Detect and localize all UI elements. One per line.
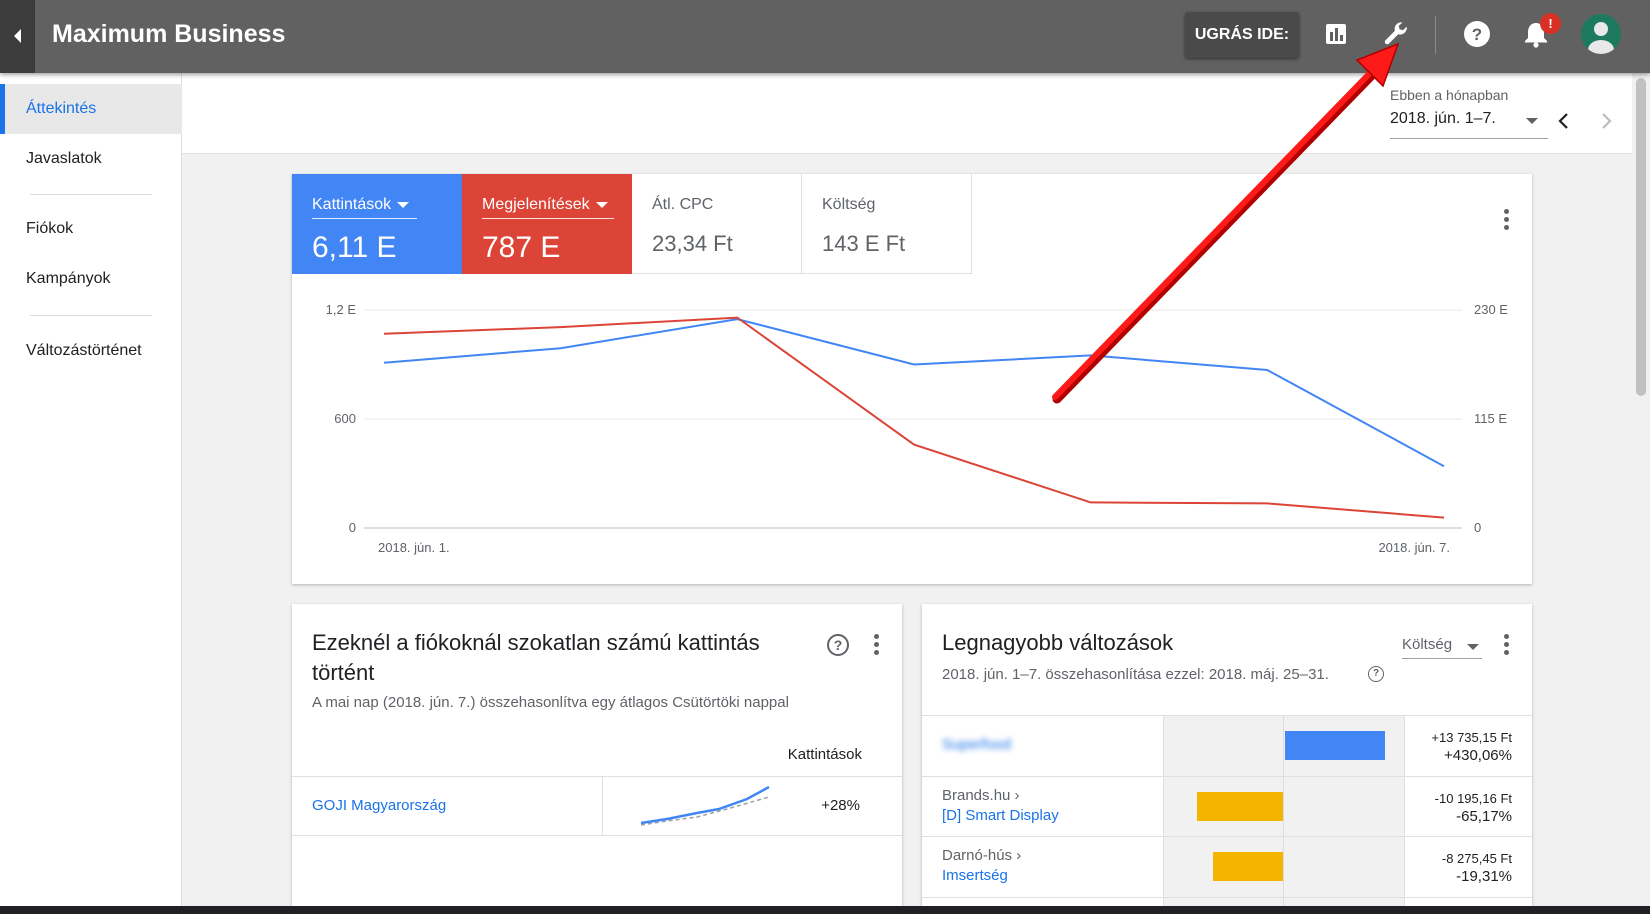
y-left-tick-label: 0 [349,520,356,535]
account-avatar[interactable] [1581,14,1621,54]
more-options-icon[interactable] [874,634,880,658]
change-absolute: -8 275,45 Ft [1441,851,1512,866]
metric-select[interactable]: Költség [1402,636,1452,653]
sidebar-divider [30,315,152,316]
series-line-impressions [383,316,1445,519]
collapse-sidebar-button[interactable] [0,0,35,73]
table-row[interactable]: Darnó-hús › Imsertség -8 275,45 Ft -19,3… [922,837,1532,897]
campaign-link[interactable]: [D] Smart Display [942,807,1059,824]
sparkline [640,785,770,826]
row-divider [292,835,902,836]
unusual-clicks-card: Ezeknél a fiókoknál szokatlan számú katt… [292,604,902,914]
goto-button[interactable]: UGRÁS IDE: [1185,12,1299,58]
campaign-link[interactable]: Imsertség [942,867,1008,884]
sidebar-item-overview[interactable]: Áttekintés [0,84,182,134]
change-absolute: +13 735,15 Ft [1431,730,1512,745]
sidebar-nav: Áttekintés Javaslatok Fiókok Kampányok V… [0,73,182,914]
chevron-left-icon[interactable] [1556,110,1572,132]
date-range-select[interactable]: 2018. jún. 1–7. [1390,110,1496,128]
x-tick-label: 2018. jún. 7. [1378,540,1450,555]
sidebar-item-campaigns[interactable]: Kampányok [0,254,182,304]
dropdown-caret-icon[interactable] [1467,644,1479,650]
change-percent: -65,17% [1456,808,1512,825]
y-left-tick-label: 600 [334,411,356,426]
y-right-tick-label: 0 [1474,520,1481,535]
account-link[interactable]: Superfood [942,736,1011,753]
sidebar-item-recommendations[interactable]: Javaslatok [0,134,182,184]
help-icon[interactable]: ? [827,634,849,656]
card-subtitle: 2018. jún. 1–7. összehasonlítása ezzel: … [942,666,1329,683]
select-underline [1402,658,1482,659]
table-row[interactable]: GOJI Magyarország +28% [292,777,902,835]
row-divider [922,897,1532,898]
sidebar-item-accounts[interactable]: Fiókok [0,204,182,254]
table-row[interactable]: Superfood +13 735,15 Ft +430,06% [922,716,1532,776]
y-right-tick-label: 115 E [1474,411,1507,426]
table-row[interactable]: Brands.hu › [D] Smart Display -10 195,16… [922,777,1532,837]
notification-badge: ! [1540,13,1561,34]
account-icon [1588,22,1614,54]
window-bottom-edge [0,906,1650,914]
change-percent: -19,31% [1456,868,1512,885]
date-range-label: Ebben a hónapban [1390,87,1509,103]
biggest-changes-card: Legnagyobb változások Költség 2018. jún.… [922,604,1532,914]
change-percent: +28% [821,797,860,814]
scrollbar-thumb[interactable] [1636,78,1646,396]
account-link[interactable]: GOJI Magyarország [312,797,446,814]
account-name[interactable]: Darnó-hús › [942,847,1021,864]
y-left-tick-label: 1,2 E [326,302,357,317]
more-options-icon[interactable] [1504,634,1510,658]
card-title: Legnagyobb változások [942,630,1174,655]
top-app-bar: Maximum Business UGRÁS IDE: ? ! [0,0,1650,73]
topbar-divider [1435,16,1436,54]
performance-card: Kattintások 6,11 E Megjelenítések 787 E … [292,174,1532,584]
change-bar [1213,852,1283,881]
app-title: Maximum Business [52,20,286,48]
performance-line-chart: 1,2 E 230 E 600 115 E 0 0 2018. jún. 1. 2018. j… [326,302,1509,555]
change-bar [1197,792,1283,821]
help-icon[interactable]: ? [1459,16,1495,52]
card-title: Ezeknél a fiókoknál szokatlan számú katt… [312,630,760,685]
card-subtitle: A mai nap (2018. jún. 7.) összehasonlítv… [312,694,789,711]
change-absolute: -10 195,16 Ft [1434,791,1512,806]
svg-text:?: ? [1472,25,1482,44]
bar-chart-icon[interactable] [1318,16,1354,52]
change-bar [1285,731,1385,760]
dropdown-caret-icon[interactable] [1526,118,1538,124]
back-arrow-icon [14,29,21,43]
change-percent: +430,06% [1444,747,1512,764]
help-icon[interactable]: ? [1368,666,1384,682]
date-range-underline [1390,138,1548,139]
sidebar-item-change-history[interactable]: Változástörténet [0,326,182,376]
x-tick-label: 2018. jún. 1. [378,540,450,555]
chevron-right-icon[interactable] [1598,110,1614,132]
sidebar-divider [30,194,152,195]
column-divider [602,777,603,835]
y-right-tick-label: 230 E [1474,302,1508,317]
column-header: Kattintások [787,746,862,763]
account-name[interactable]: Brands.hu › [942,787,1020,804]
wrench-icon[interactable] [1378,16,1414,52]
